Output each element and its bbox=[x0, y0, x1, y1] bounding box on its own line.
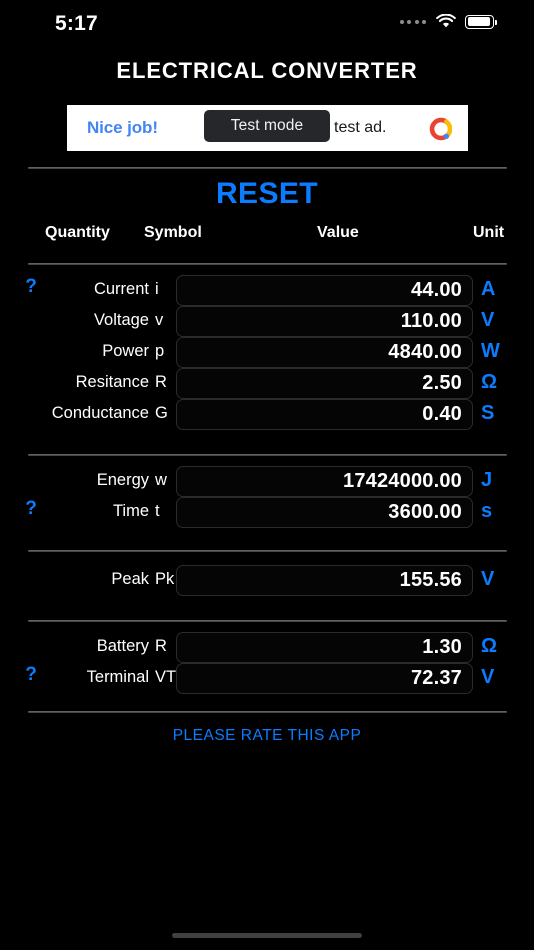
row-value: 3600.00 bbox=[388, 501, 462, 524]
value-input-battery-resistance[interactable]: 1.30 bbox=[176, 632, 473, 663]
row-value: 17424000.00 bbox=[343, 470, 462, 493]
row-value: 1.30 bbox=[422, 636, 462, 659]
cellular-signal-dots-icon bbox=[400, 20, 427, 24]
row-unit-label: Ω bbox=[481, 371, 497, 394]
column-header-quantity: Quantity bbox=[45, 224, 110, 242]
row-quantity-label: Terminal bbox=[0, 668, 149, 687]
battery-full-icon bbox=[465, 15, 494, 29]
reset-button[interactable]: RESET bbox=[0, 177, 534, 211]
ad-body-text: test ad. bbox=[334, 119, 386, 137]
row-unit-label: s bbox=[481, 500, 492, 523]
table-row[interactable]: ? Terminal VT 72.37 V bbox=[0, 663, 534, 694]
column-header-value: Value bbox=[317, 224, 359, 242]
column-headers: Quantity Symbol Value Unit bbox=[0, 224, 534, 246]
row-quantity-label: Voltage bbox=[0, 311, 149, 330]
status-bar-time: 5:17 bbox=[55, 12, 98, 36]
divider bbox=[28, 454, 507, 456]
table-row[interactable]: Battery R 1.30 Ω bbox=[0, 632, 534, 663]
value-input-energy[interactable]: 17424000.00 bbox=[176, 466, 473, 497]
row-unit-label: S bbox=[481, 402, 494, 425]
table-row[interactable]: Conductance G 0.40 S bbox=[0, 399, 534, 430]
row-value: 155.56 bbox=[400, 569, 462, 592]
row-quantity-label: Energy bbox=[0, 471, 149, 490]
row-symbol-label: v bbox=[155, 311, 175, 330]
value-input-terminal-voltage[interactable]: 72.37 bbox=[176, 663, 473, 694]
row-unit-label: W bbox=[481, 340, 500, 363]
row-symbol-label: VT bbox=[155, 668, 175, 687]
row-symbol-label: w bbox=[155, 471, 175, 490]
table-row[interactable]: ? Time t 3600.00 s bbox=[0, 497, 534, 528]
row-quantity-label: Peak bbox=[0, 570, 149, 589]
status-bar-indicators bbox=[400, 14, 495, 29]
row-unit-label: A bbox=[481, 278, 495, 301]
row-quantity-label: Power bbox=[0, 342, 149, 361]
table-row[interactable]: Peak Pk 155.56 V bbox=[0, 565, 534, 596]
value-input-conductance[interactable]: 0.40 bbox=[176, 399, 473, 430]
row-unit-label: V bbox=[481, 568, 494, 591]
row-symbol-label: G bbox=[155, 404, 175, 423]
row-value: 0.40 bbox=[422, 403, 462, 426]
divider bbox=[28, 167, 507, 169]
column-header-unit: Unit bbox=[473, 224, 504, 242]
value-input-time[interactable]: 3600.00 bbox=[176, 497, 473, 528]
rate-app-link[interactable]: PLEASE RATE THIS APP bbox=[0, 727, 534, 745]
table-row[interactable]: ? Current i 44.00 A bbox=[0, 275, 534, 306]
column-header-symbol: Symbol bbox=[144, 224, 202, 242]
table-row[interactable]: Energy w 17424000.00 J bbox=[0, 466, 534, 497]
row-quantity-label: Conductance bbox=[0, 404, 149, 423]
row-quantity-label: Resitance bbox=[0, 373, 149, 392]
value-input-voltage[interactable]: 110.00 bbox=[176, 306, 473, 337]
row-unit-label: Ω bbox=[481, 635, 497, 658]
row-quantity-label: Time bbox=[0, 502, 149, 521]
page-title: ELECTRICAL CONVERTER bbox=[0, 58, 534, 84]
table-row[interactable]: Power p 4840.00 W bbox=[0, 337, 534, 368]
divider bbox=[28, 550, 507, 552]
row-unit-label: V bbox=[481, 666, 494, 689]
ad-test-mode-badge: Test mode bbox=[204, 110, 330, 142]
row-value: 72.37 bbox=[411, 667, 462, 690]
value-input-current[interactable]: 44.00 bbox=[176, 275, 473, 306]
row-value: 2.50 bbox=[422, 372, 462, 395]
table-row[interactable]: Voltage v 110.00 V bbox=[0, 306, 534, 337]
row-symbol-label: Pk bbox=[155, 570, 175, 589]
row-value: 110.00 bbox=[401, 310, 462, 333]
table-row[interactable]: Resitance R 2.50 Ω bbox=[0, 368, 534, 399]
row-value: 44.00 bbox=[411, 279, 462, 302]
divider bbox=[28, 711, 507, 713]
row-quantity-label: Battery bbox=[0, 637, 149, 656]
row-symbol-label: R bbox=[155, 637, 175, 656]
row-value: 4840.00 bbox=[388, 341, 462, 364]
row-unit-label: J bbox=[481, 469, 492, 492]
value-input-peak[interactable]: 155.56 bbox=[176, 565, 473, 596]
divider bbox=[28, 263, 507, 265]
ad-headline: Nice job! bbox=[87, 118, 158, 138]
row-symbol-label: p bbox=[155, 342, 175, 361]
row-symbol-label: i bbox=[155, 280, 175, 299]
row-symbol-label: t bbox=[155, 502, 175, 521]
divider bbox=[28, 620, 507, 622]
row-symbol-label: R bbox=[155, 373, 175, 392]
status-bar: 5:17 bbox=[0, 0, 534, 46]
wifi-icon bbox=[436, 14, 456, 29]
row-quantity-label: Current bbox=[0, 280, 149, 299]
value-input-resistance[interactable]: 2.50 bbox=[176, 368, 473, 399]
admob-logo-icon bbox=[426, 116, 452, 142]
row-unit-label: V bbox=[481, 309, 494, 332]
value-input-power[interactable]: 4840.00 bbox=[176, 337, 473, 368]
home-indicator bbox=[172, 933, 362, 938]
